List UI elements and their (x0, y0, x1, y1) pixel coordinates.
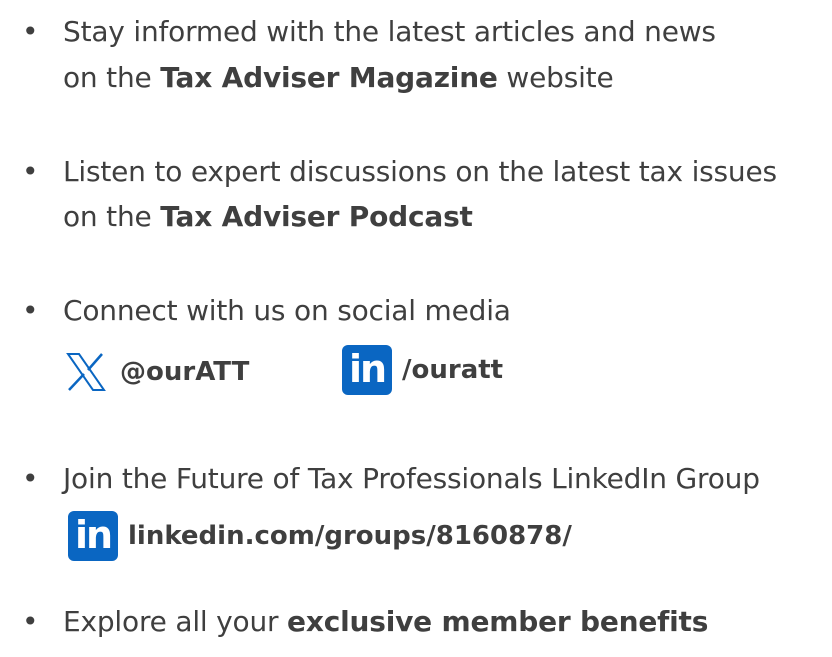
x-social-link[interactable]: @ourATT (66, 345, 249, 399)
tax-adviser-podcast-link[interactable]: Tax Adviser Podcast (160, 200, 473, 233)
bullet: • (22, 15, 39, 48)
bullet: • (22, 462, 39, 495)
bullet: • (22, 605, 39, 638)
text-website: website (497, 61, 614, 94)
linkedin-social-link[interactable]: in /ouratt (342, 343, 503, 397)
text-on-the: on the (63, 61, 161, 94)
text-on-the: on the (63, 200, 161, 233)
x-handle: @ourATT (120, 357, 250, 387)
linkedin-logo-icon: in (68, 511, 118, 561)
tax-adviser-magazine-link[interactable]: Tax Adviser Magazine (160, 61, 498, 94)
text-explore: Explore all your (63, 605, 288, 638)
linkedin-group-link[interactable]: in linkedin.com/groups/8160878/ (68, 509, 572, 563)
linkedin-logo-icon: in (342, 345, 392, 395)
item-magazine-line2: on the Tax Adviser Magazine website (63, 60, 614, 96)
bullet: • (22, 155, 39, 188)
item-podcast-line2: on the Tax Adviser Podcast (63, 199, 473, 235)
x-logo-icon (66, 352, 106, 392)
item-podcast-text: Listen to expert discussions on the late… (63, 155, 777, 188)
linkedin-handle: /ouratt (402, 355, 504, 385)
linkedin-group-url: linkedin.com/groups/8160878/ (128, 521, 572, 551)
exclusive-member-benefits-link[interactable]: exclusive member benefits (287, 605, 708, 638)
item-magazine-text: Stay informed with the latest articles a… (63, 15, 716, 48)
item-social-text: Connect with us on social media (63, 294, 511, 327)
item-benefits-text: Explore all your exclusive member benefi… (63, 604, 708, 640)
bullet: • (22, 294, 39, 327)
item-linkedin-group-text: Join the Future of Tax Professionals Lin… (63, 462, 760, 495)
